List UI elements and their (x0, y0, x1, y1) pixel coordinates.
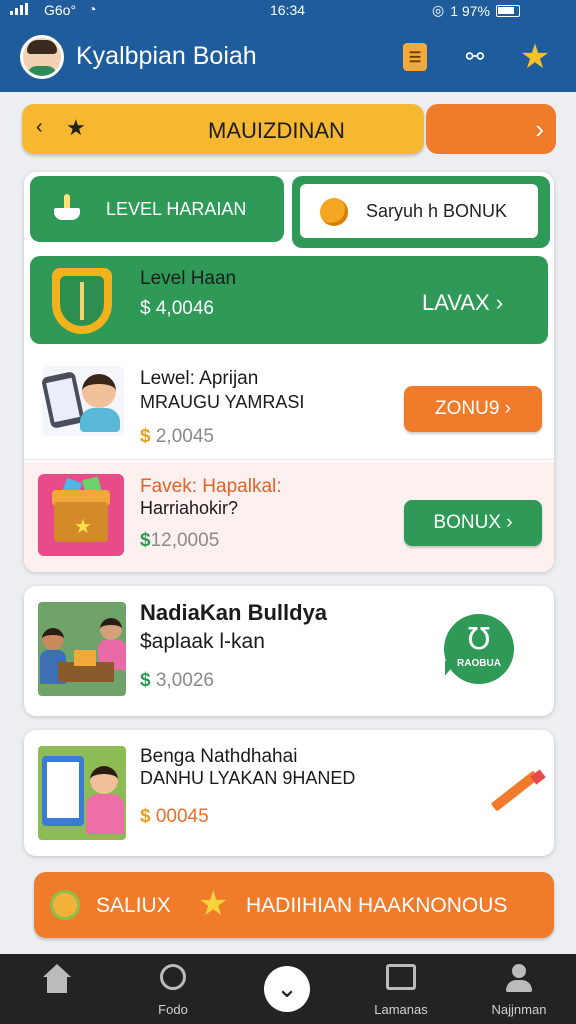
item-action-button[interactable]: BONUX › (404, 500, 542, 546)
trophy-icon[interactable]: ☰ (398, 40, 432, 74)
student-thumbnail (38, 746, 126, 840)
badge-label: RAOBUA (457, 658, 501, 669)
section-banner[interactable]: ‹ ★ MAUIZDINAN (22, 104, 424, 154)
reward-card[interactable]: NadiaKan Bulldya $aplaak l-kan $ 3,0026 … (24, 586, 554, 716)
list-item: ★ Favek: Hapalkal: Harriahokir? $12,0005… (24, 462, 554, 572)
tab-bonus[interactable]: Saryuh h BONUK (292, 176, 550, 248)
reward-card[interactable]: Benga Nathdhahai DANHU LYAKAN 9HANED $ 0… (24, 730, 554, 856)
banner-next-button[interactable]: › (426, 104, 556, 154)
nav-lamanas[interactable]: Lamanas (346, 954, 456, 1024)
battery-icon (495, 4, 520, 17)
hero-title: Level Haan (140, 268, 237, 289)
item-subtitle: MRAUGU YAMRASI (140, 392, 305, 412)
home-icon (40, 964, 74, 994)
dollar-icon: $ (140, 670, 151, 691)
level-hero-card[interactable]: Level Haan $ 4,0046 LAVAX › (30, 256, 548, 344)
chat-badge-icon[interactable]: ℧ RAOBUA (444, 614, 514, 684)
list-item: Lewel: Aprijan MRAUGU YAMRASI $ 2,0045 Z… (24, 348, 554, 460)
nav-najjnman[interactable]: Najjnman (464, 954, 574, 1024)
hero-amount: $ 4,0046 (140, 298, 214, 319)
status-time: 16:34 (270, 2, 306, 18)
bottom-nav: Fodo ⌄ Lamanas Najjnman (0, 954, 576, 1024)
kids-thumbnail (38, 602, 126, 696)
nav-home[interactable] (2, 954, 112, 1024)
app-header: Kyalbpian Boiah ☰ ⚯ ★ (0, 22, 576, 92)
card-value: $ 3,0026 (140, 670, 214, 691)
star-icon[interactable]: ★ (518, 38, 552, 76)
nav-label: Najjnman (491, 1002, 547, 1017)
battery-text: 1 97% (450, 2, 490, 19)
carrier-text: G6o° (44, 2, 77, 18)
chevron-down-icon[interactable]: ⌄ (264, 966, 310, 1012)
nav-fodo[interactable]: Fodo (118, 954, 228, 1024)
card-subtitle: DANHU LYAKAN 9HANED (140, 768, 356, 788)
status-right: ◎ 1 97% (432, 2, 520, 19)
phone-girl-thumbnail (40, 366, 124, 436)
avatar[interactable] (20, 35, 64, 79)
signal-icon (10, 3, 28, 15)
pencil-icon[interactable] (480, 769, 550, 812)
treasure-chest-thumbnail: ★ (38, 474, 124, 556)
item-value: $12,0005 (140, 530, 220, 551)
item-value: $ 2,0045 (140, 426, 214, 447)
hero-cta-button[interactable]: LAVAX › (422, 290, 503, 316)
nav-label: Lamanas (374, 1002, 428, 1017)
image-icon (386, 964, 416, 990)
cta-left-label: SALIUX (96, 894, 171, 917)
item-subtitle: Harriahokir? (140, 498, 239, 518)
app-title: Kyalbpian Boiah (76, 42, 257, 70)
banner-title: MAUIZDINAN (208, 118, 345, 143)
dollar-icon: $ (140, 426, 151, 447)
user-icon (504, 964, 534, 994)
bonus-cta-button[interactable]: SALIUX ★ HADIIHIAN HAAKNONOUS (34, 872, 554, 938)
rewards-panel: LEVEL HARAIAN Saryuh h BONUK Level Haan … (24, 172, 554, 572)
star-icon: ★ (66, 115, 86, 140)
item-title: Favek: Hapalkal: (140, 476, 282, 497)
item-title: Lewel: Aprijan (140, 368, 259, 389)
shield-icon (52, 268, 112, 334)
share-icon[interactable]: ⚯ (458, 40, 492, 74)
card-title: Benga Nathdhahai (140, 746, 298, 767)
star-icon: ★ (198, 885, 229, 923)
tab-level-label: LEVEL HARAIAN (106, 199, 247, 219)
coin-icon (320, 198, 348, 226)
alarm-icon: ◎ (432, 2, 445, 18)
wifi-icon: ◔ (88, 1, 97, 17)
nav-label: Fodo (158, 1002, 188, 1017)
status-bar: G6o° ◔ 16:34 ◎ 1 97% (0, 0, 576, 22)
item-action-button[interactable]: ZONU9 › (404, 386, 542, 432)
card-value: $ 00045 (140, 806, 209, 827)
cta-right-label: HADIIHIAN HAAKNONOUS (246, 894, 508, 917)
card-title: NadiaKan Bulldya (140, 600, 328, 625)
tab-bonus-label: Saryuh h BONUK (366, 201, 508, 221)
plant-icon (52, 194, 82, 222)
card-subtitle: $aplaak l-kan (140, 630, 265, 653)
circle-icon (160, 964, 186, 990)
tab-level[interactable]: LEVEL HARAIAN (30, 176, 284, 242)
chevron-right-icon: › (535, 114, 544, 144)
coin-icon (50, 890, 80, 920)
chevron-left-icon[interactable]: ‹ (36, 116, 43, 139)
dollar-icon: $ (140, 806, 151, 827)
dollar-icon: $ (140, 530, 151, 551)
